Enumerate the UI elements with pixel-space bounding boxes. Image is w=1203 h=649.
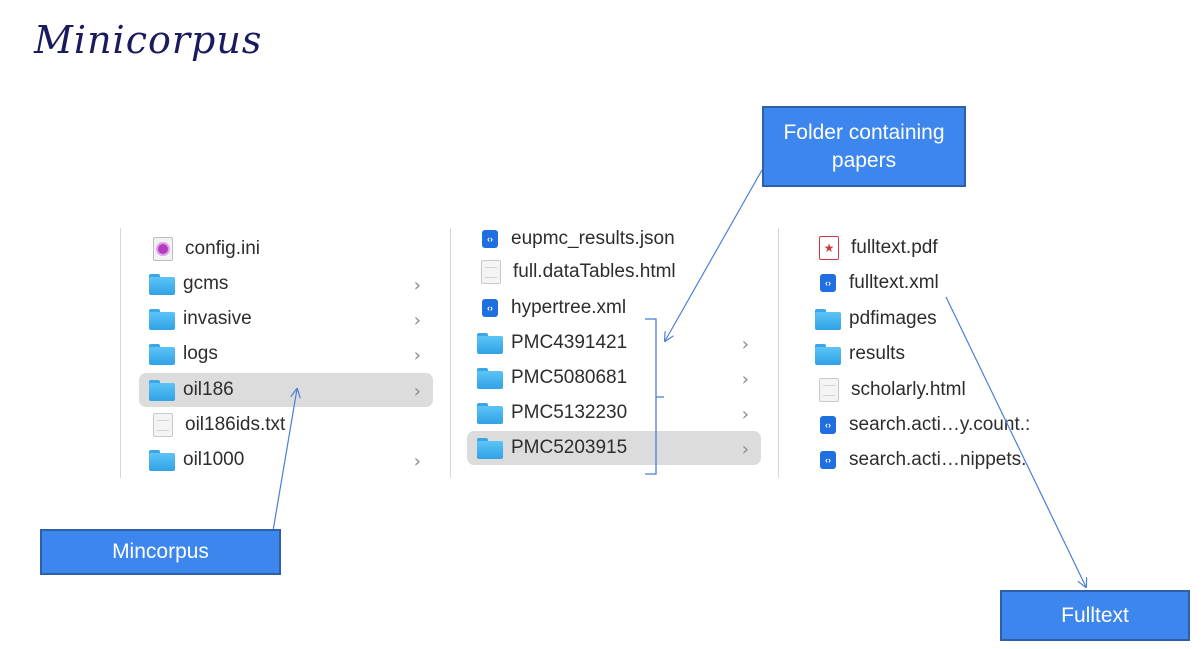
callout-mincorpus-label: Mincorpus: [112, 540, 209, 563]
callout-mincorpus: Mincorpus: [40, 529, 281, 575]
mincorpus-callout-arrow: [272, 389, 297, 532]
callout-fulltext-label: Fulltext: [1061, 603, 1129, 627]
callout-folder-label: Folder containing papers: [783, 120, 945, 172]
folder-callout-arrow: [665, 169, 763, 341]
pmc-folders-bracket: [645, 318, 657, 475]
callout-fulltext: Fulltext: [1000, 590, 1190, 641]
callout-folder-containing-papers: Folder containing papers: [762, 106, 966, 187]
fulltext-callout-arrow: [945, 296, 1086, 587]
